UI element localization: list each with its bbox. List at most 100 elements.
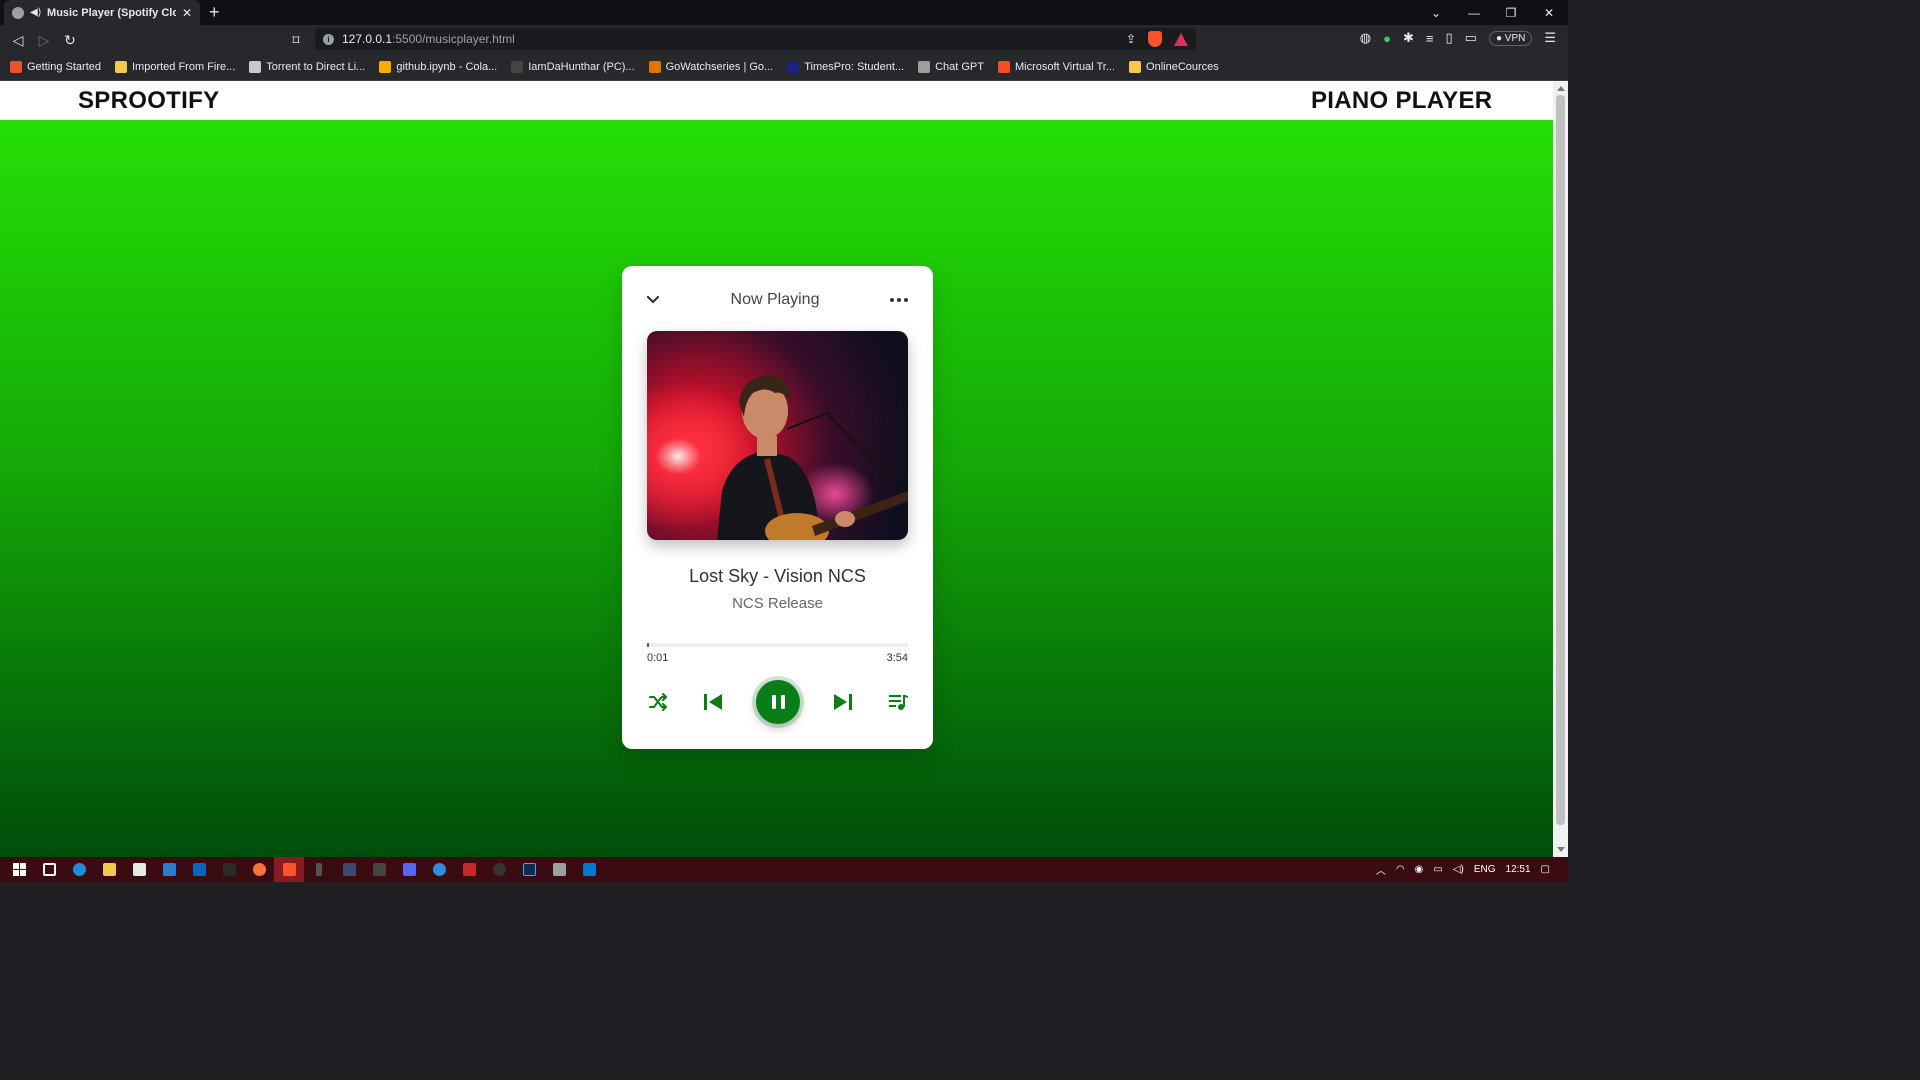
bookmark-favicon-icon: [511, 61, 524, 73]
reload-icon[interactable]: ↻: [60, 30, 80, 50]
progress-bar[interactable]: [647, 643, 908, 647]
music-player-card: Now Playing Lost Sky - Vision NCS NCS Re…: [622, 266, 933, 749]
photoshop-icon[interactable]: [514, 857, 544, 882]
pause-icon[interactable]: [756, 680, 800, 724]
outlook-icon[interactable]: [184, 857, 214, 882]
forward-icon[interactable]: ▷: [34, 30, 54, 50]
brave-shields-icon[interactable]: [1148, 31, 1162, 47]
app-star-icon[interactable]: [334, 857, 364, 882]
volume-icon[interactable]: ◁): [1453, 864, 1464, 875]
bookmark-item[interactable]: Chat GPT: [918, 61, 984, 73]
more-dots-icon[interactable]: [890, 298, 908, 302]
new-tab-button[interactable]: +: [209, 2, 220, 22]
bookmark-label: Getting Started: [27, 61, 101, 73]
app-tray-icon[interactable]: ◉: [1415, 864, 1424, 875]
translate-globe-icon[interactable]: ◍: [1360, 30, 1371, 46]
wallet-icon[interactable]: ▭: [1465, 30, 1477, 46]
vscode-icon[interactable]: [574, 857, 604, 882]
bookmark-item[interactable]: Imported From Fire...: [115, 61, 235, 73]
task-view-icon[interactable]: [34, 857, 64, 882]
piano-player-link[interactable]: PIANO PLAYER: [1311, 87, 1492, 115]
extension-colorful-icon[interactable]: ●: [1383, 31, 1391, 46]
scrollbar-thumb[interactable]: [1556, 95, 1565, 825]
site-info-icon[interactable]: i: [323, 33, 334, 45]
next-icon[interactable]: [831, 690, 855, 714]
app-g-icon[interactable]: [484, 857, 514, 882]
bookmark-item[interactable]: OnlineCources: [1129, 61, 1219, 73]
store-icon[interactable]: [124, 857, 154, 882]
app-red-triangle-icon[interactable]: [454, 857, 484, 882]
app-pen-icon[interactable]: [304, 857, 334, 882]
menu-icon[interactable]: ☰: [1544, 30, 1556, 46]
system-tray: ︿ ◠ ◉ ▭ ◁) ENG 12:51 ▢: [1376, 862, 1568, 877]
shuffle-icon[interactable]: [646, 690, 670, 714]
brave-rewards-icon[interactable]: [1174, 32, 1188, 46]
playlist-icon[interactable]: [886, 690, 910, 714]
discord-icon[interactable]: [394, 857, 424, 882]
bookmark-label: OnlineCources: [1146, 61, 1219, 73]
tray-chevron-icon[interactable]: ︿: [1376, 862, 1386, 877]
bookmark-icon[interactable]: ⌑: [286, 30, 306, 50]
page-scrollbar[interactable]: [1553, 81, 1568, 857]
scroll-up-icon[interactable]: [1557, 86, 1565, 91]
edge-icon[interactable]: [64, 857, 94, 882]
app-grid-icon[interactable]: [364, 857, 394, 882]
close-tab-icon[interactable]: ✕: [182, 6, 192, 20]
bookmark-item[interactable]: Microsoft Virtual Tr...: [997, 61, 1115, 73]
playback-controls: [646, 678, 910, 726]
restore-icon[interactable]: ❐: [1492, 0, 1530, 25]
epic-games-icon[interactable]: [214, 857, 244, 882]
app-blue-circle-icon[interactable]: [424, 857, 454, 882]
chevron-down-icon[interactable]: [646, 293, 660, 307]
app-window-icon[interactable]: [544, 857, 574, 882]
language-indicator[interactable]: ENG: [1474, 864, 1496, 875]
bookmark-item[interactable]: TimesPro: Student...: [787, 61, 904, 73]
vpn-label: VPN: [1504, 32, 1526, 44]
player-header: Now Playing: [646, 286, 908, 314]
duration-time: 3:54: [886, 652, 908, 664]
file-explorer-icon[interactable]: [94, 857, 124, 882]
battery-icon[interactable]: ▭: [1433, 864, 1442, 875]
bookmark-label: github.ipynb - Cola...: [396, 61, 498, 73]
firefox-icon[interactable]: [244, 857, 274, 882]
browser-tab[interactable]: ◀) Music Player (Spotify Clone) ✕: [4, 0, 200, 25]
wifi-icon[interactable]: ◠: [1396, 864, 1405, 875]
url-host: 127.0.0.1: [342, 32, 393, 46]
bookmark-favicon-icon: [787, 61, 800, 73]
back-icon[interactable]: ◁: [8, 30, 28, 50]
notifications-icon[interactable]: ▢: [1541, 864, 1550, 875]
current-time: 0:01: [647, 652, 669, 664]
brand-logo[interactable]: SPROOTIFY: [78, 87, 219, 115]
bookmark-favicon-icon: [648, 61, 661, 73]
vpn-button[interactable]: ● VPN: [1488, 30, 1533, 46]
extensions-puzzle-icon[interactable]: ✱: [1403, 30, 1414, 46]
bookmark-item[interactable]: GoWatchseries | Go...: [648, 61, 773, 73]
bookmark-label: Chat GPT: [935, 61, 984, 73]
windows-taskbar: ︿ ◠ ◉ ▭ ◁) ENG 12:51 ▢: [0, 857, 1568, 882]
bookmark-item[interactable]: IamDaHunthar (PC)...: [511, 61, 635, 73]
bookmark-item[interactable]: Torrent to Direct Li...: [249, 61, 365, 73]
minimize-icon[interactable]: —: [1455, 0, 1493, 25]
brave-browser-icon[interactable]: [274, 857, 304, 882]
playlist-media-icon[interactable]: ≡: [1426, 31, 1434, 46]
song-title: Lost Sky - Vision NCS: [689, 566, 866, 586]
mail-icon[interactable]: [154, 857, 184, 882]
bookmark-label: Imported From Fire...: [132, 61, 236, 73]
scroll-down-icon[interactable]: [1557, 847, 1565, 852]
browser-tab-strip: ◀) Music Player (Spotify Clone) ✕ + ⌄ — …: [0, 0, 1568, 25]
bookmark-favicon-icon: [249, 61, 262, 73]
sidebar-icon[interactable]: ▯: [1446, 30, 1453, 46]
window-close-icon[interactable]: ✕: [1530, 0, 1568, 25]
previous-icon[interactable]: [701, 690, 725, 714]
start-icon[interactable]: [4, 857, 34, 882]
url-path: :5500/musicplayer.html: [392, 32, 515, 46]
bookmark-item[interactable]: github.ipynb - Cola...: [379, 61, 497, 73]
bookmark-favicon-icon: [115, 61, 127, 73]
clock[interactable]: 12:51: [1506, 864, 1531, 875]
audio-playing-icon[interactable]: ◀): [30, 7, 41, 18]
address-bar[interactable]: i 127.0.0.1:5500/musicplayer.html ⇪: [315, 28, 1196, 50]
bookmark-label: IamDaHunthar (PC)...: [528, 61, 635, 73]
share-icon[interactable]: ⇪: [1126, 32, 1136, 46]
tab-search-icon[interactable]: ⌄: [1417, 0, 1455, 25]
bookmark-item[interactable]: Getting Started: [10, 61, 101, 73]
